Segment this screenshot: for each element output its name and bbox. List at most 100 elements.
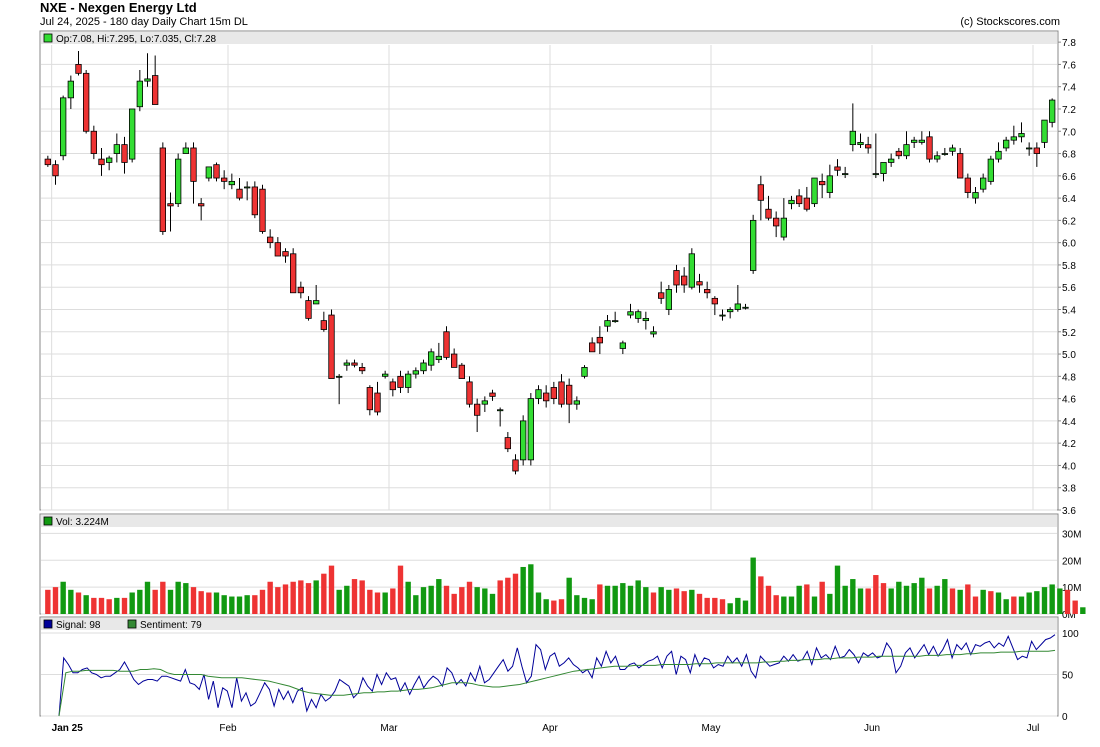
- candle: [259, 184, 266, 234]
- volume-bar: [405, 581, 411, 614]
- price-tick-label: 7.8: [1062, 38, 1076, 49]
- volume-bar: [252, 595, 258, 614]
- x-axis-labels: Jan 25 Feb Mar Apr May Jun Jul: [52, 723, 1040, 734]
- candle-body: [941, 153, 948, 155]
- volume-bar: [811, 596, 818, 614]
- price-tick-label: 6.2: [1062, 216, 1076, 227]
- price-tick-label: 7.0: [1062, 127, 1076, 138]
- volume-bar: [1080, 607, 1086, 614]
- x-tick-label: Jul: [1027, 723, 1040, 734]
- volume-bar: [282, 584, 289, 614]
- volume-bar: [221, 595, 227, 614]
- volume-bar: [198, 591, 204, 614]
- candle-body: [665, 289, 672, 310]
- volume-bar: [259, 589, 266, 614]
- volume-bar: [45, 589, 51, 614]
- candle-body: [566, 384, 573, 405]
- candle-body: [481, 400, 488, 405]
- candle-body: [719, 314, 726, 317]
- candle-body: [1026, 147, 1033, 150]
- candle-body: [1049, 99, 1056, 123]
- candle-body: [573, 400, 580, 405]
- candle-body: [182, 147, 189, 154]
- stock-chart: 3.6 3.8 4.0 4.2 4.4 4.6 4.8 5.0 5.2 5.4 5.6 5.8 6.0 6…: [39, 30, 1086, 734]
- candle: [458, 362, 465, 379]
- candle-body: [435, 355, 442, 361]
- candle-body: [826, 175, 833, 193]
- x-tick-label: May: [702, 723, 721, 734]
- candle: [175, 153, 182, 208]
- price-legend-text: Op:7.08, Hi:7.295, Lo:7.035, Cl:7.28: [56, 34, 217, 45]
- candle-body: [382, 373, 389, 377]
- candle-body: [543, 392, 550, 402]
- candle-body: [397, 375, 404, 388]
- price-tick-label: 7.6: [1062, 60, 1076, 71]
- candle-body: [642, 317, 649, 322]
- volume-bar: [451, 593, 457, 614]
- candle: [251, 181, 258, 219]
- volume-bar: [727, 603, 733, 614]
- candle-body: [957, 153, 964, 179]
- volume-bar: [313, 580, 319, 614]
- candle-body: [144, 78, 151, 82]
- candle-body: [121, 144, 128, 163]
- candle: [987, 155, 994, 185]
- candle-body: [865, 144, 872, 149]
- candle-body: [159, 147, 166, 232]
- price-tick-label: 4.0: [1062, 461, 1076, 472]
- volume-bar: [1064, 589, 1071, 614]
- volume-bar: [712, 597, 718, 614]
- candle-body: [895, 150, 902, 157]
- candle-body: [734, 303, 741, 310]
- candle-body: [704, 289, 711, 294]
- candle-body: [113, 144, 120, 154]
- candle-body: [650, 331, 657, 335]
- candle: [129, 108, 136, 163]
- volume-bar: [681, 591, 687, 614]
- candle-body: [466, 381, 473, 405]
- candle-body: [535, 389, 542, 400]
- candle-body: [995, 150, 1002, 160]
- candle-body: [167, 203, 174, 207]
- candle-body: [489, 392, 496, 397]
- candle-body: [926, 136, 933, 160]
- volume-bar: [528, 564, 534, 614]
- price-tick-label: 6.6: [1062, 172, 1076, 183]
- volume-bar: [857, 588, 864, 614]
- volume-legend-swatch: [43, 516, 53, 526]
- candle-body: [803, 197, 810, 210]
- volume-bar: [267, 581, 273, 614]
- volume-bar: [635, 580, 641, 614]
- candle-body: [520, 420, 527, 461]
- volume-bar: [167, 589, 174, 614]
- volume-bar: [351, 579, 358, 614]
- candle-body: [313, 300, 320, 305]
- volume-bar: [719, 599, 726, 614]
- candle-body: [773, 217, 780, 227]
- candle-body: [880, 162, 887, 174]
- volume-bar: [98, 597, 105, 614]
- candle-body: [152, 75, 159, 105]
- candle-body: [320, 320, 327, 330]
- volume-bar: [466, 581, 473, 614]
- candle-body: [244, 186, 251, 189]
- volume-bar: [965, 584, 971, 614]
- volume-bar: [137, 589, 143, 614]
- volume-bar: [551, 600, 557, 614]
- volume-panel: 0M10M20M30M Vol: 3.224M: [39, 513, 1086, 621]
- volume-bar: [114, 597, 120, 614]
- volume-bar: [121, 597, 128, 614]
- candle-body: [474, 403, 481, 416]
- price-tick-label: 6.4: [1062, 194, 1076, 205]
- candle: [159, 142, 166, 235]
- candle-body: [60, 97, 67, 157]
- candle-body: [1033, 147, 1040, 154]
- price-tick-label: 3.6: [1062, 506, 1076, 517]
- x-tick-label: Jan 25: [52, 723, 84, 734]
- candle-body: [274, 242, 281, 257]
- candle-body: [811, 177, 818, 205]
- volume-bar: [275, 587, 281, 614]
- volume-bar: [175, 581, 181, 614]
- volume-bar: [543, 599, 549, 614]
- x-tick-label: Jun: [864, 723, 880, 734]
